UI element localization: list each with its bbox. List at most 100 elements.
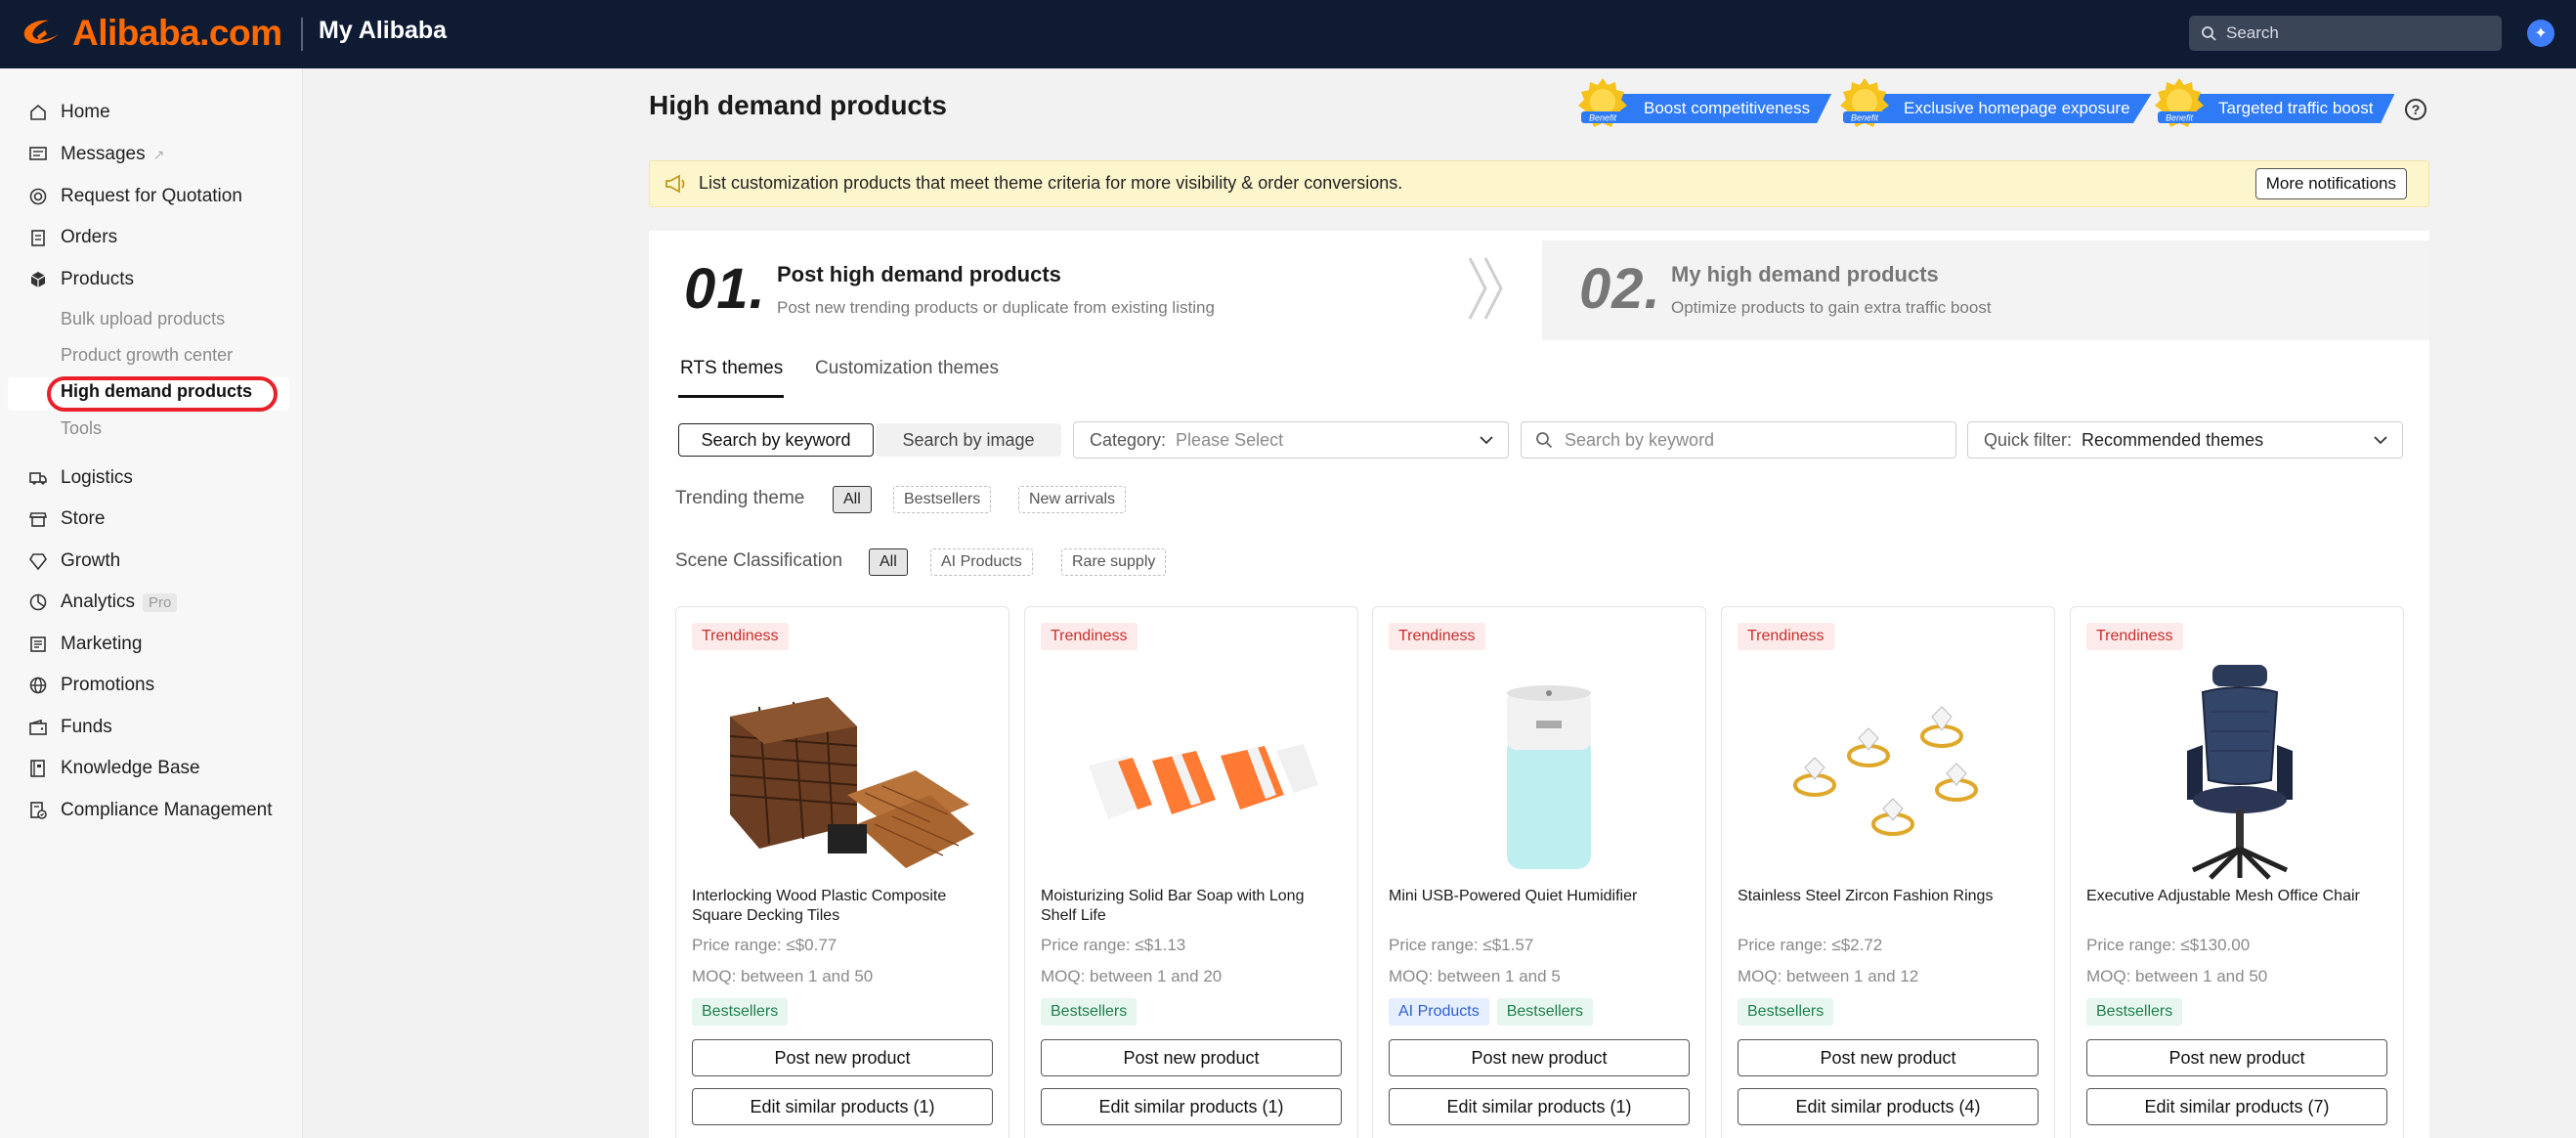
store-icon — [27, 508, 49, 530]
post-new-product-button[interactable]: Post new product — [1041, 1039, 1342, 1076]
tag-bestsellers: Bestsellers — [2086, 998, 2183, 1026]
product-image[interactable] — [2090, 658, 2383, 893]
category-select[interactable]: Category: Please Select — [1073, 421, 1509, 459]
trending-chip-all[interactable]: All — [833, 486, 872, 513]
step-title: My high demand products — [1671, 262, 1939, 286]
sidebar-item-home[interactable]: Home — [27, 98, 110, 127]
benefit-homepage-exposure[interactable]: Exclusive homepage exposure — [1849, 94, 2152, 123]
ai-assistant-icon[interactable]: ✦ — [2527, 20, 2555, 47]
sidebar-item-logistics[interactable]: Logistics — [27, 463, 133, 493]
product-card[interactable]: Trendiness Moisturizing Solid Bar Soap w… — [1024, 606, 1358, 1138]
post-new-product-button[interactable]: Post new product — [1738, 1039, 2039, 1076]
product-card[interactable]: Trendiness Stainless Steel Zircon Fashio… — [1721, 606, 2055, 1138]
tag-bestsellers: Bestsellers — [1496, 998, 1593, 1026]
tab-customization-themes[interactable]: Customization themes — [815, 358, 999, 379]
top-search-input[interactable]: Search — [2189, 16, 2502, 51]
tag-bestsellers: Bestsellers — [1738, 998, 1834, 1026]
scene-chip-rare-supply[interactable]: Rare supply — [1061, 548, 1167, 576]
svg-text:Benefit: Benefit — [1851, 113, 1879, 123]
post-new-product-button[interactable]: Post new product — [1389, 1039, 1690, 1076]
trendiness-badge: Trendiness — [692, 623, 789, 650]
sidebar-item-marketing[interactable]: Marketing — [27, 630, 142, 659]
edit-similar-products-button[interactable]: Edit similar products (1) — [1041, 1088, 1342, 1125]
app-title[interactable]: My Alibaba — [319, 17, 447, 45]
product-image[interactable] — [1045, 658, 1338, 893]
sidebar-item-products[interactable]: Products — [27, 265, 134, 294]
diamond-icon — [27, 550, 49, 572]
step-my-products[interactable] — [1542, 241, 2429, 340]
keyword-search-placeholder: Search by keyword — [1565, 429, 1715, 450]
product-card[interactable]: Trendiness Executive Adjustable Mesh Off… — [2070, 606, 2404, 1138]
tag-bestsellers: Bestsellers — [1041, 998, 1138, 1026]
home-icon — [27, 102, 49, 123]
brand-divider — [301, 18, 303, 51]
product-moq: MOQ: between 1 and 50 — [692, 967, 874, 985]
product-price: Price range: ≤$0.77 — [692, 936, 837, 954]
benefit-medal-icon: Benefit — [1840, 78, 1889, 127]
sidebar-item-store[interactable]: Store — [27, 504, 105, 534]
sidebar-sub-growth-center[interactable]: Product growth center — [61, 341, 233, 369]
sidebar-item-messages[interactable]: Messages ↗ — [27, 140, 164, 169]
soap-bars-image — [1089, 744, 1318, 819]
tab-rts-themes[interactable]: RTS themes — [680, 358, 783, 379]
product-card[interactable]: Trendiness Mini USB-Powered Quiet Humidi… — [1372, 606, 1706, 1138]
logo-text: Alibaba.com — [72, 13, 282, 53]
box-icon — [27, 269, 49, 290]
post-new-product-button[interactable]: Post new product — [692, 1039, 993, 1076]
target-icon — [27, 186, 49, 207]
scene-chip-all[interactable]: All — [869, 548, 908, 576]
post-new-product-button[interactable]: Post new product — [2086, 1039, 2387, 1076]
product-image[interactable] — [1741, 658, 2035, 893]
product-name: Mini USB-Powered Quiet Humidifier — [1389, 888, 1638, 904]
product-image[interactable] — [1393, 658, 1686, 893]
step-title: Post high demand products — [777, 262, 1061, 286]
scene-chip-ai-products[interactable]: AI Products — [930, 548, 1033, 576]
more-notifications-button[interactable]: More notifications — [2254, 168, 2407, 199]
sidebar-item-rfq[interactable]: Request for Quotation — [27, 182, 242, 211]
help-icon[interactable]: ? — [2405, 99, 2426, 120]
product-name: Executive Adjustable Mesh Office Chair — [2086, 888, 2360, 904]
alibaba-logo-icon — [23, 20, 59, 44]
sidebar-sub-tools[interactable]: Tools — [61, 415, 102, 442]
sidebar-item-orders[interactable]: Orders — [27, 223, 117, 252]
sidebar-item-knowledge-base[interactable]: Knowledge Base — [27, 754, 200, 783]
trending-chip-bestsellers[interactable]: Bestsellers — [893, 486, 992, 513]
globe-icon — [27, 675, 49, 696]
megaphone-icon — [665, 174, 685, 194]
edit-similar-products-button[interactable]: Edit similar products (7) — [2086, 1088, 2387, 1125]
step-number: 02. — [1579, 257, 1661, 321]
sidebar-sub-bulk-upload[interactable]: Bulk upload products — [61, 305, 225, 332]
quick-filter-value: Recommended themes — [2082, 429, 2264, 450]
edit-similar-products-button[interactable]: Edit similar products (4) — [1738, 1088, 2039, 1125]
trendiness-badge: Trendiness — [1389, 623, 1485, 650]
office-chair-image — [2187, 665, 2293, 880]
shield-doc-icon — [27, 800, 49, 821]
book-icon — [27, 758, 49, 779]
step-desc: Post new trending products or duplicate … — [777, 298, 1215, 317]
search-by-image-toggle[interactable]: Search by image — [876, 423, 1061, 457]
sidebar-item-analytics[interactable]: Analytics Pro — [27, 588, 178, 617]
product-card[interactable]: Trendiness Interlocking Wood Plastic Com… — [675, 606, 1009, 1138]
search-icon — [2202, 26, 2216, 41]
sidebar-item-funds[interactable]: Funds — [27, 713, 112, 742]
product-image[interactable] — [696, 658, 989, 893]
trending-chip-new-arrivals[interactable]: New arrivals — [1018, 486, 1127, 513]
edit-similar-products-button[interactable]: Edit similar products (1) — [692, 1088, 993, 1125]
sidebar-item-growth[interactable]: Growth — [27, 547, 120, 576]
sidebar-sub-high-demand[interactable]: High demand products — [61, 377, 252, 405]
tag-ai-products: AI Products — [1389, 998, 1489, 1026]
svg-text:Benefit: Benefit — [2166, 113, 2194, 123]
alibaba-logo[interactable]: Alibaba.com — [20, 12, 282, 55]
quick-filter-label: Quick filter: — [1984, 429, 2073, 450]
scene-classification-label: Scene Classification — [675, 550, 843, 571]
quick-filter-select[interactable]: Quick filter: Recommended themes — [1967, 421, 2403, 459]
sidebar-item-compliance[interactable]: Compliance Management — [27, 796, 273, 825]
search-by-keyword-toggle[interactable]: Search by keyword — [678, 423, 874, 457]
keyword-search-input[interactable]: Search by keyword — [1521, 421, 1956, 459]
search-icon — [1536, 432, 1553, 449]
message-icon — [27, 144, 49, 165]
edit-similar-products-button[interactable]: Edit similar products (1) — [1389, 1088, 1690, 1125]
humidifier-image — [1507, 685, 1591, 869]
sidebar-item-promotions[interactable]: Promotions — [27, 671, 154, 700]
wallet-icon — [27, 717, 49, 738]
